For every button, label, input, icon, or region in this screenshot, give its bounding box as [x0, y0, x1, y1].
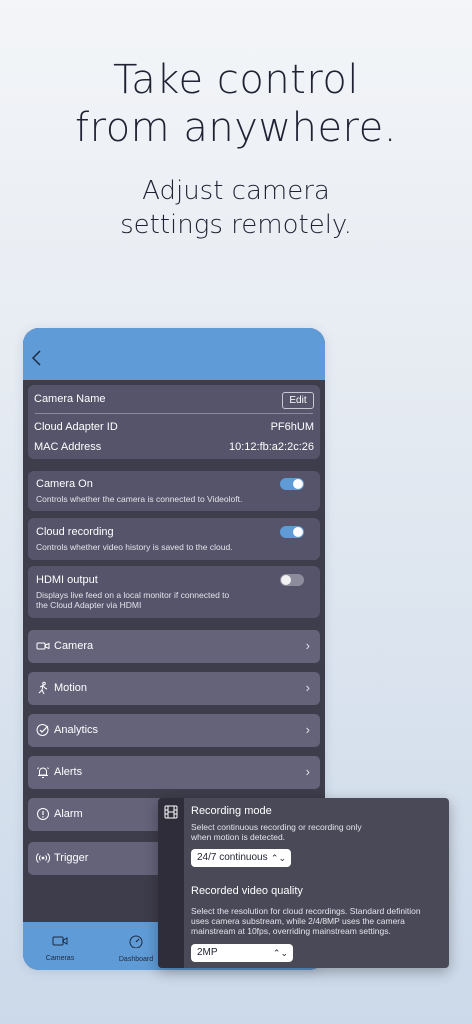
camera-on-card: Camera On Controls whether the camera is…	[28, 471, 320, 511]
nav-label: Camera	[54, 640, 94, 652]
camera-on-toggle[interactable]	[280, 478, 304, 490]
divider	[35, 413, 313, 414]
video-quality-value: 2MP	[197, 947, 218, 958]
headline: Take control from anywhere.	[0, 56, 472, 152]
mac-address-value: 10:12:fb:a2:2c:26	[228, 441, 314, 453]
camera-info-card: Camera Name Edit Cloud Adapter ID PF6hUM…	[28, 385, 320, 459]
chevron-left-icon	[31, 350, 41, 366]
video-quality-title: Recorded video quality	[191, 885, 303, 897]
gauge-icon	[129, 935, 143, 949]
tab-dashboard[interactable]: Dashboard	[106, 934, 166, 963]
subheadline-line-2: settings remotely.	[120, 210, 352, 240]
bell-icon	[37, 767, 49, 778]
toggle-knob	[293, 479, 303, 489]
cloud-recording-card: Cloud recording Controls whether video h…	[28, 518, 320, 560]
nav-label: Analytics	[54, 724, 99, 736]
cloud-recording-desc: Controls whether video history is saved …	[36, 542, 233, 552]
video-camera-icon	[52, 936, 68, 946]
cloud-recording-title: Cloud recording	[36, 526, 114, 538]
nav-label: Alarm	[54, 808, 83, 820]
camera-on-desc: Controls whether the camera is connected…	[36, 494, 243, 504]
app-header	[23, 328, 325, 380]
analytics-icon	[36, 724, 49, 736]
chevron-right-icon: ›	[305, 764, 310, 779]
headline-line-1: Take control	[112, 57, 360, 103]
recording-mode-value: 24/7 continuous	[197, 852, 268, 863]
edit-button[interactable]: Edit	[282, 392, 314, 409]
video-quality-desc-2: uses camera substream, while 2/4/8MP use…	[191, 916, 405, 926]
updown-chevron-icon: ⌃⌄	[270, 853, 286, 863]
tab-cameras-label: Cameras	[45, 955, 75, 962]
trigger-icon	[36, 853, 50, 863]
hdmi-output-desc-2: the Cloud Adapter via HDMI	[36, 600, 142, 610]
recording-mode-select[interactable]: 24/7 continuous ⌃⌄	[191, 849, 291, 867]
tab-cameras[interactable]: Cameras	[30, 934, 90, 962]
updown-chevron-icon: ⌃⌄	[272, 948, 288, 958]
hdmi-output-desc-1: Displays live feed on a local monitor if…	[36, 590, 230, 600]
adapter-id-value: PF6hUM	[270, 421, 314, 433]
subheadline: Adjust camera settings remotely.	[0, 174, 472, 242]
nav-row-alerts[interactable]: Alerts ›	[28, 756, 320, 789]
toggle-knob	[293, 527, 303, 537]
recording-mode-desc-2: when motion is detected.	[191, 832, 286, 842]
video-quality-desc-3: mainstream at 10fps, overriding mainstre…	[191, 926, 391, 936]
video-quality-select[interactable]: 2MP ⌃⌄	[191, 944, 293, 962]
nav-row-analytics[interactable]: Analytics ›	[28, 714, 320, 747]
camera-on-title: Camera On	[36, 478, 93, 490]
adapter-id-label: Cloud Adapter ID	[34, 421, 118, 433]
recording-settings-popover: Recording mode Select continuous recordi…	[158, 798, 449, 968]
headline-line-2: from anywhere.	[75, 105, 397, 151]
nav-label: Alerts	[54, 766, 83, 778]
chevron-right-icon: ›	[305, 680, 310, 695]
back-button[interactable]	[31, 348, 47, 370]
cloud-recording-toggle[interactable]	[280, 526, 304, 538]
toggle-knob	[281, 575, 291, 585]
camera-name-label: Camera Name	[34, 393, 106, 405]
nav-label: Trigger	[54, 852, 89, 864]
popover-sidebar	[158, 798, 184, 968]
hdmi-output-toggle[interactable]	[280, 574, 304, 586]
alarm-icon	[37, 808, 49, 820]
chevron-right-icon: ›	[305, 722, 310, 737]
camera-icon	[36, 642, 50, 650]
hdmi-output-title: HDMI output	[36, 574, 98, 586]
nav-row-motion[interactable]: Motion ›	[28, 672, 320, 705]
video-quality-desc-1: Select the resolution for cloud recordin…	[191, 906, 421, 916]
motion-icon	[38, 681, 48, 695]
hdmi-output-card: HDMI output Displays live feed on a loca…	[28, 566, 320, 618]
nav-label: Motion	[54, 682, 88, 694]
film-icon	[164, 805, 178, 819]
mac-address-label: MAC Address	[34, 441, 102, 453]
chevron-right-icon: ›	[305, 638, 310, 653]
tab-dashboard-label: Dashboard	[118, 956, 154, 963]
subheadline-line-1: Adjust camera	[142, 176, 330, 206]
nav-row-camera[interactable]: Camera ›	[28, 630, 320, 663]
recording-mode-desc-1: Select continuous recording or recording…	[191, 822, 362, 832]
recording-mode-title: Recording mode	[191, 805, 272, 817]
